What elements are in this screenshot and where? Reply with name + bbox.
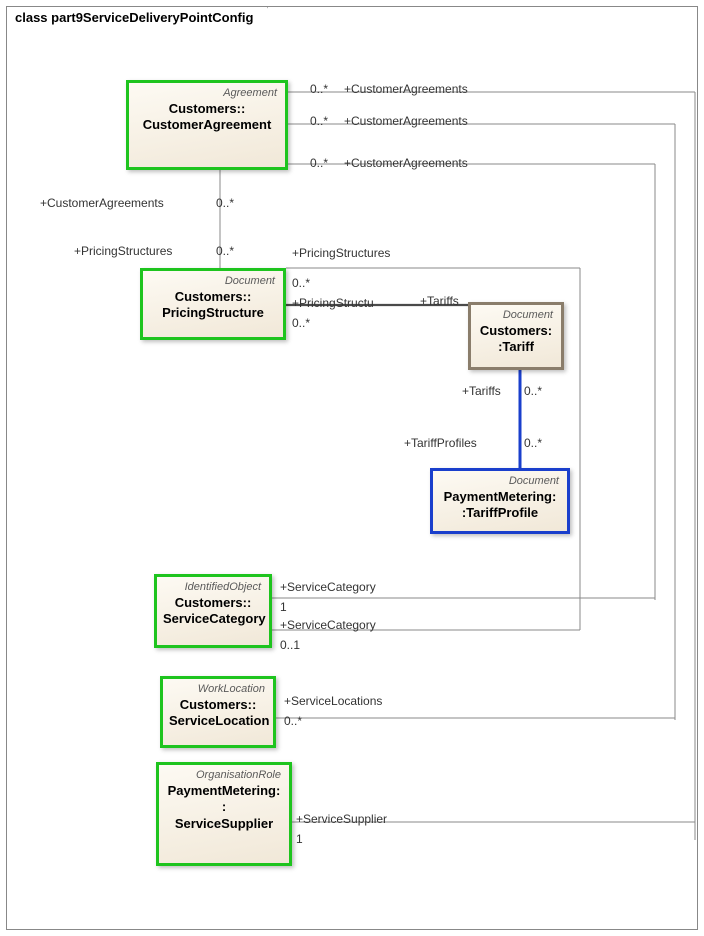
stereotype: IdentifiedObject: [163, 581, 263, 593]
role: +Tariffs: [462, 384, 501, 398]
class-name: PaymentMetering: : ServiceSupplier: [165, 781, 283, 832]
stereotype: Document: [439, 475, 561, 487]
class-service-category[interactable]: IdentifiedObject Customers:: ServiceCate…: [154, 574, 272, 648]
mult: 0..*: [216, 244, 234, 258]
role: +ServiceLocations: [284, 694, 382, 708]
class-tariff[interactable]: Document Customers: :Tariff: [468, 302, 564, 370]
role: +PricingStructu: [292, 296, 374, 310]
mult: 0..1: [280, 638, 300, 652]
mult: 0..*: [310, 156, 328, 170]
class-name: Customers:: ServiceLocation: [169, 695, 267, 730]
class-name: Customers:: CustomerAgreement: [135, 99, 279, 134]
mult: 0..*: [524, 436, 542, 450]
mult: 0..*: [292, 316, 310, 330]
stereotype: Document: [477, 309, 555, 321]
stereotype: WorkLocation: [169, 683, 267, 695]
role: +ServiceCategory: [280, 580, 376, 594]
role: +ServiceCategory: [280, 618, 376, 632]
mult: 0..*: [216, 196, 234, 210]
role: +PricingStructures: [292, 246, 390, 260]
role: +CustomerAgreements: [344, 114, 468, 128]
stereotype: Document: [149, 275, 277, 287]
role: +ServiceSupplier: [296, 812, 387, 826]
role: +Tariffs: [420, 294, 459, 308]
mult: 0..*: [524, 384, 542, 398]
mult: 0..*: [292, 276, 310, 290]
role: +PricingStructures: [74, 244, 172, 258]
role: +CustomerAgreements: [344, 156, 468, 170]
class-customer-agreement[interactable]: Agreement Customers:: CustomerAgreement: [126, 80, 288, 170]
class-service-location[interactable]: WorkLocation Customers:: ServiceLocation: [160, 676, 276, 748]
class-service-supplier[interactable]: OrganisationRole PaymentMetering: : Serv…: [156, 762, 292, 866]
class-name: Customers:: PricingStructure: [149, 287, 277, 322]
class-pricing-structure[interactable]: Document Customers:: PricingStructure: [140, 268, 286, 340]
mult: 1: [280, 600, 287, 614]
class-tariff-profile[interactable]: Document PaymentMetering: :TariffProfile: [430, 468, 570, 534]
role: +TariffProfiles: [404, 436, 477, 450]
mult: 1: [296, 832, 303, 846]
stereotype: OrganisationRole: [165, 769, 283, 781]
stereotype: Agreement: [135, 87, 279, 99]
diagram-frame: class part9ServiceDeliveryPointConfig: [6, 6, 698, 930]
mult: 0..*: [284, 714, 302, 728]
class-name: Customers: :Tariff: [477, 321, 555, 356]
class-name: PaymentMetering: :TariffProfile: [439, 487, 561, 522]
role: +CustomerAgreements: [40, 196, 164, 210]
class-name: Customers:: ServiceCategory: [163, 593, 263, 628]
mult: 0..*: [310, 114, 328, 128]
role: +CustomerAgreements: [344, 82, 468, 96]
diagram-title: class part9ServiceDeliveryPointConfig: [6, 6, 268, 28]
mult: 0..*: [310, 82, 328, 96]
